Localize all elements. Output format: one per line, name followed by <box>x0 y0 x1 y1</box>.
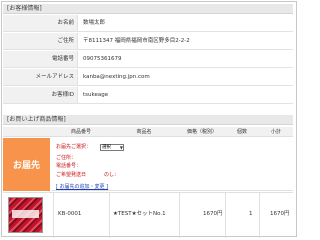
destination-select[interactable]: 選択 ▼ <box>100 144 124 151</box>
customer-id-value: tsukeage <box>83 92 109 98</box>
column-divider <box>225 193 226 238</box>
customer-address-value: 〒8111347 福岡県福岡市南区野多目2-2-2 <box>83 38 190 44</box>
item-quantity: 1 <box>249 211 253 217</box>
customer-name-row: お名前 数場太郎 <box>3 15 293 32</box>
order-table-header: 商品番号 商品名 価格（税別） 個数 小計 <box>3 127 293 137</box>
destination-address-label: ご住所： <box>56 155 77 161</box>
destination-select-value: 選択 <box>102 145 111 150</box>
item-price: 1670円 <box>203 211 223 217</box>
customer-email-label: メールアドレス <box>3 69 78 85</box>
col-product-code: 商品番号 <box>70 129 91 135</box>
customer-address-row: ご住所 〒8111347 福岡県福岡市南区野多目2-2-2 <box>3 33 293 50</box>
column-divider <box>259 193 260 238</box>
destination-noshi-label: のし： <box>104 172 120 178</box>
destination-label-cell: お届先 <box>3 138 50 191</box>
customer-phone-label: 電話番号 <box>3 51 78 67</box>
destination-phone-label: 電話番号： <box>56 163 82 169</box>
col-price: 価格（税別） <box>186 129 217 135</box>
destination-date-label: ご希望発送日 <box>56 172 87 178</box>
customer-phone-row: 電話番号 09075361679 <box>3 51 293 68</box>
chevron-down-icon: ▼ <box>119 145 123 150</box>
item-subtotal: 1670円 <box>270 211 290 217</box>
customer-email-row: メールアドレス kanba@nexting.jpn.com <box>3 69 293 86</box>
column-divider <box>109 193 110 238</box>
customer-id-row: お客様ID tsukeage <box>3 87 293 104</box>
customer-name-label: お名前 <box>3 15 78 31</box>
col-subtotal: 小計 <box>270 129 281 135</box>
product-thumbnail-label-area <box>12 210 39 218</box>
col-product-name: 商品名 <box>136 129 152 135</box>
destination-label: お届先 <box>12 161 40 171</box>
column-divider <box>179 193 180 238</box>
column-divider <box>53 193 54 238</box>
customer-address-label: ご住所 <box>3 33 78 49</box>
customer-phone-value: 09075361679 <box>83 56 122 62</box>
customer-id-label: お客様ID <box>3 87 78 103</box>
customer-name-value: 数場太郎 <box>83 20 106 26</box>
order-info-header: [お買い上げ商品情報] <box>3 115 293 125</box>
customer-email-value: kanba@nexting.jpn.com <box>83 74 150 80</box>
add-change-destination-link[interactable]: [ お届先の追加・変更 ] <box>56 183 108 190</box>
customer-info-header: [お客様情報] <box>3 4 293 14</box>
item-name: ★TEST★セットNo.1 <box>113 211 166 217</box>
col-quantity: 個数 <box>236 129 247 135</box>
destination-select-prompt: お届先ご選択： <box>56 144 92 150</box>
item-code: KB-0001 <box>58 211 82 217</box>
